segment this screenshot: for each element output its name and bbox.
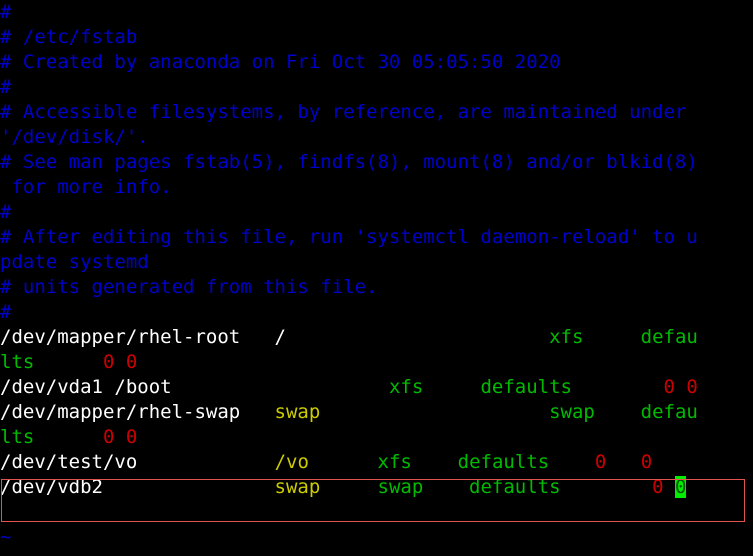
text-cursor[interactable]: 0 xyxy=(674,476,687,498)
text-segment xyxy=(606,451,640,473)
editor-line: /dev/test/vo /vo xfs defaults 0 0 xyxy=(0,450,753,475)
text-segment: # units generated from this file. xyxy=(0,276,378,298)
text-segment: swap xyxy=(274,401,321,423)
text-segment: 0 xyxy=(594,451,607,473)
text-segment: # xyxy=(0,201,12,223)
text-segment xyxy=(240,401,274,423)
editor-line: # Created by anaconda on Fri Oct 30 05:0… xyxy=(0,50,753,75)
editor-line: # Accessible filesystems, by reference, … xyxy=(0,100,753,125)
text-segment xyxy=(572,376,664,398)
text-segment: /dev/mapper/rhel-swap xyxy=(0,401,241,423)
text-segment xyxy=(320,476,377,498)
editor-line: lts 0 0 xyxy=(0,350,753,375)
text-segment: # Created by anaconda on Fri Oct 30 05:0… xyxy=(0,51,561,73)
editor-line: pdate systemd xyxy=(0,250,753,275)
editor-line: lts 0 0 xyxy=(0,425,753,450)
text-segment: defaults xyxy=(457,451,550,473)
text-segment xyxy=(240,326,274,348)
editor-line: # See man pages fstab(5), findfs(8), mou… xyxy=(0,150,753,175)
text-segment: ~ xyxy=(0,526,12,548)
text-segment xyxy=(423,376,480,398)
text-segment xyxy=(549,451,595,473)
text-segment: 0 0 xyxy=(102,351,138,373)
editor-line: /dev/mapper/rhel-swap swap swap defau xyxy=(0,400,753,425)
text-segment: defau xyxy=(640,326,698,348)
text-segment xyxy=(34,351,103,373)
editor-line: # After editing this file, run 'systemct… xyxy=(0,225,753,250)
text-segment: # xyxy=(0,76,12,98)
text-segment xyxy=(412,451,458,473)
text-segment: defaults xyxy=(469,476,561,498)
text-segment: # Accessible filesystems, by reference, … xyxy=(0,101,687,123)
text-segment: pdate systemd xyxy=(0,251,149,273)
text-segment: swap xyxy=(274,476,321,498)
text-segment: # See man pages fstab(5), findfs(8), mou… xyxy=(0,151,698,173)
text-segment: /vo xyxy=(274,451,309,473)
text-segment: # /etc/fstab xyxy=(0,26,138,48)
editor-line: # xyxy=(0,300,753,325)
text-segment: 0 0 xyxy=(663,376,698,398)
text-segment: xfs xyxy=(549,326,584,348)
text-segment: lts xyxy=(0,351,35,373)
text-segment xyxy=(583,326,640,348)
text-segment: /dev/vda1 /boot xyxy=(0,376,172,398)
editor-line: '/dev/disk/'. xyxy=(0,125,753,150)
terminal-window[interactable]: # # /etc/fstab # Created by anaconda on Fr… xyxy=(0,0,753,556)
editor-line: # xyxy=(0,200,753,225)
text-segment: # After editing this file, run 'systemct… xyxy=(0,226,698,248)
text-segment: xfs xyxy=(377,451,412,473)
text-segment: 0 xyxy=(652,476,664,498)
text-segment: /dev/mapper/rhel-root xyxy=(0,326,241,348)
text-segment: # xyxy=(0,1,12,23)
text-segment: # xyxy=(0,301,12,323)
text-segment: 0 0 xyxy=(102,426,138,448)
text-segment xyxy=(103,476,275,498)
text-segment xyxy=(286,326,549,348)
editor-line: ~ xyxy=(0,525,753,550)
editor-line: for more info. xyxy=(0,175,753,200)
text-segment: 0 xyxy=(640,451,653,473)
text-segment xyxy=(423,476,469,498)
text-segment xyxy=(561,476,653,498)
editor-line: /dev/vdb2 swap swap defaults 0 0 xyxy=(0,475,753,500)
editor-line: /dev/vda1 /boot xfs defaults 0 0 xyxy=(0,375,753,400)
text-segment xyxy=(664,476,675,498)
text-segment: defau xyxy=(640,401,698,423)
text-segment: '/dev/disk/'. xyxy=(0,126,149,148)
editor-text-area[interactable]: # # /etc/fstab # Created by anaconda on Fr… xyxy=(0,0,753,550)
editor-line: # units generated from this file. xyxy=(0,275,753,300)
text-segment: swap xyxy=(377,476,424,498)
text-segment xyxy=(172,376,389,398)
text-segment xyxy=(137,451,274,473)
text-segment xyxy=(320,401,549,423)
text-segment: xfs xyxy=(388,376,424,398)
text-segment: for more info. xyxy=(0,176,172,198)
text-segment xyxy=(595,401,641,423)
editor-line: # /etc/fstab xyxy=(0,25,753,50)
text-segment: defaults xyxy=(480,376,572,398)
text-segment xyxy=(309,451,378,473)
text-segment: /dev/vdb2 xyxy=(0,476,103,498)
text-segment xyxy=(34,426,103,448)
text-segment: lts xyxy=(0,426,35,448)
editor-line: /dev/mapper/rhel-root / xfs defau xyxy=(0,325,753,350)
editor-line: # xyxy=(0,0,753,25)
editor-line: # xyxy=(0,75,753,100)
text-segment: / xyxy=(274,326,286,348)
text-segment: /dev/test/vo xyxy=(0,451,138,473)
text-segment: swap xyxy=(549,401,595,423)
